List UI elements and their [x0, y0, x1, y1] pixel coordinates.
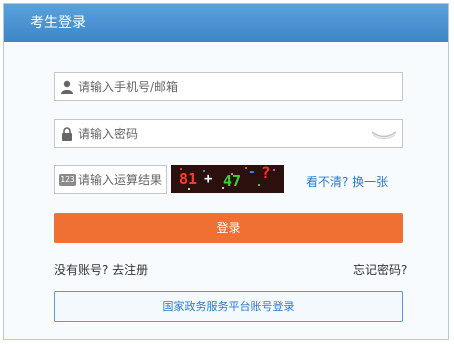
captcha-number-b: 47: [223, 172, 242, 190]
gov-service-login-button[interactable]: 国家政务服务平台账号登录: [54, 291, 403, 322]
refresh-captcha-link[interactable]: 看不清? 换一张: [306, 173, 388, 190]
captcha-badge-icon: 123: [59, 174, 76, 186]
captcha-image[interactable]: 81 + 47 - ?: [171, 165, 284, 193]
lock-icon: [62, 127, 72, 141]
user-icon: [61, 80, 73, 94]
captcha-placeholder: 请输入运算结果: [78, 173, 163, 187]
panel-title: 考生登录: [4, 4, 448, 42]
captcha-operator: +: [204, 171, 213, 187]
eye-closed-icon[interactable]: [370, 129, 398, 139]
username-placeholder: 请输入手机号/邮箱: [78, 80, 179, 94]
captcha-minus: -: [248, 165, 256, 180]
forgot-password-link[interactable]: 忘记密码?: [353, 261, 407, 278]
register-link[interactable]: 没有账号? 去注册: [54, 261, 148, 278]
captcha-question: ?: [261, 165, 271, 182]
captcha-field[interactable]: 123 请输入运算结果: [54, 165, 167, 194]
username-field[interactable]: 请输入手机号/邮箱: [54, 72, 403, 101]
login-button[interactable]: 登录: [54, 213, 403, 243]
password-field[interactable]: 请输入密码: [54, 119, 403, 148]
password-placeholder: 请输入密码: [78, 127, 139, 141]
captcha-number-a: 81: [179, 170, 198, 188]
